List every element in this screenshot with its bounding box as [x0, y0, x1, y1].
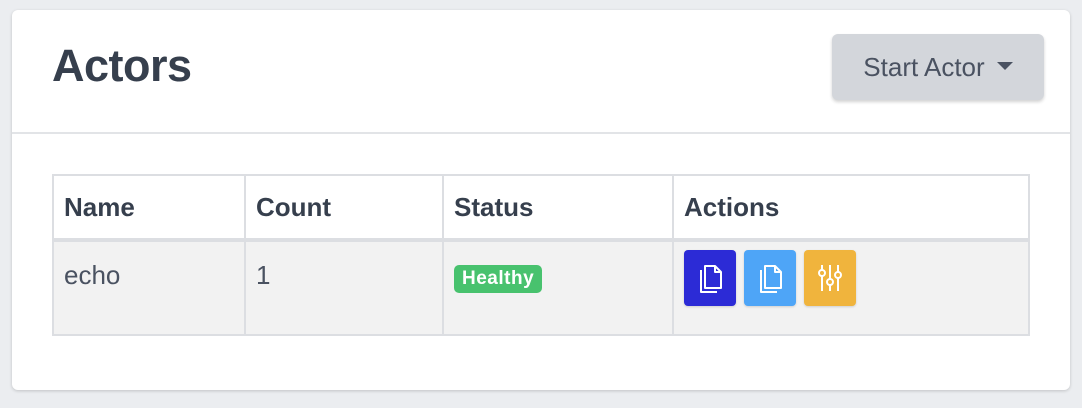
start-actor-label: Start Actor [863, 51, 985, 82]
card-header: Actors Start Actor [12, 10, 1070, 134]
start-actor-dropdown-button[interactable]: Start Actor [832, 34, 1044, 100]
caret-down-icon [996, 62, 1013, 70]
actions-group [684, 250, 1018, 306]
settings-action-button[interactable] [804, 250, 856, 306]
actor-name-cell: echo [52, 239, 246, 336]
page-title: Actors [52, 40, 192, 91]
column-header-count: Count [244, 174, 444, 242]
actors-table: Name Count Status Actions echo 1 Healthy [52, 174, 1030, 336]
actor-count-cell: 1 [244, 239, 444, 336]
actor-actions-cell [672, 239, 1030, 336]
table-header-row: Name Count Status Actions [52, 174, 1030, 242]
copy-icon [700, 265, 722, 293]
copy-action-button-1[interactable] [684, 250, 736, 306]
copy-icon [760, 265, 782, 293]
sliders-icon [818, 265, 842, 291]
actors-card: Actors Start Actor Name Count Status Act… [12, 10, 1070, 390]
actor-status-cell: Healthy [442, 239, 674, 336]
column-header-name: Name [52, 174, 246, 242]
table-row: echo 1 Healthy [52, 239, 1030, 336]
status-badge: Healthy [454, 265, 543, 293]
column-header-status: Status [442, 174, 674, 242]
copy-action-button-2[interactable] [744, 250, 796, 306]
column-header-actions: Actions [672, 174, 1030, 242]
